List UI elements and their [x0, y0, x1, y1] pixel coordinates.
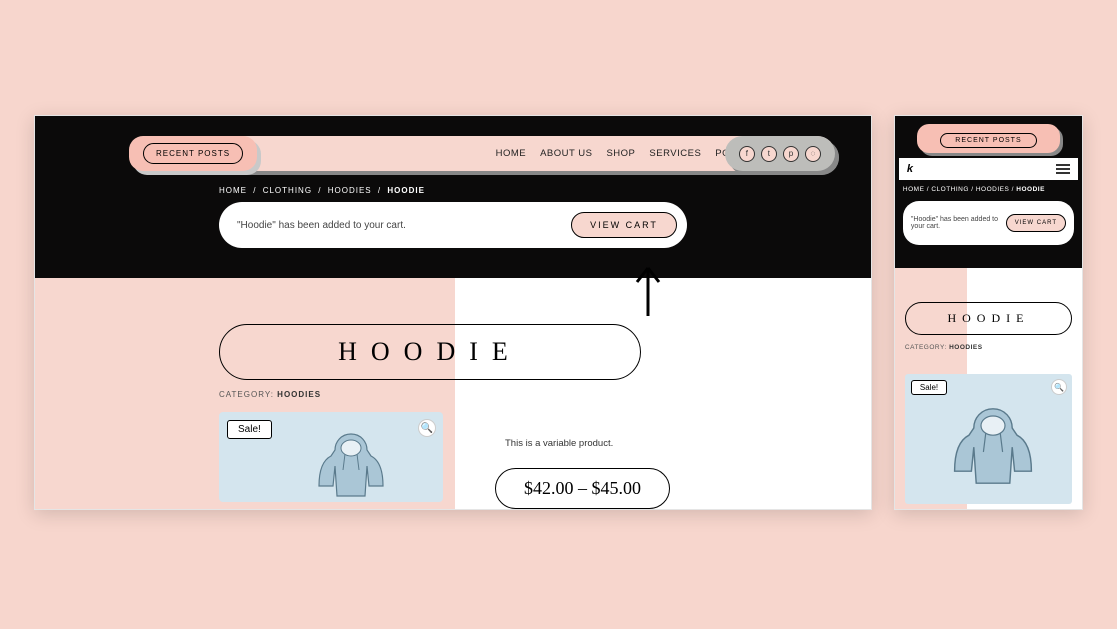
- crumb-hoodies[interactable]: HOODIES: [328, 186, 372, 195]
- category-link[interactable]: HOODIES: [277, 390, 321, 399]
- m-topbar: k: [899, 158, 1078, 180]
- mobile-preview: RECENT POSTS k HOME / CLOTHING / HOODIES…: [894, 115, 1083, 510]
- m-crumb-clothing[interactable]: CLOTHING: [931, 186, 969, 193]
- m-cart-message: "Hoodie" has been added to your cart.: [911, 216, 1000, 230]
- desktop-preview: RECENT POSTS k HOME ABOUT US SHOP SERVIC…: [34, 115, 872, 510]
- nav-item-about[interactable]: ABOUT US: [540, 148, 592, 159]
- m-site-logo[interactable]: k: [907, 163, 913, 175]
- m-hoodie-illustration-icon: [933, 396, 1053, 496]
- pinterest-icon[interactable]: p: [783, 146, 799, 162]
- instagram-icon[interactable]: ◌: [805, 146, 821, 162]
- m-breadcrumb: HOME / CLOTHING / HOODIES / HOODIE: [895, 180, 1082, 199]
- m-product-title: HOODIE: [905, 302, 1072, 335]
- facebook-icon[interactable]: f: [739, 146, 755, 162]
- crumb-clothing[interactable]: CLOTHING: [263, 186, 312, 195]
- m-crumb-hoodies[interactable]: HOODIES: [976, 186, 1009, 193]
- product-title: HOODIE: [219, 324, 641, 380]
- cart-message: "Hoodie" has been added to your cart.: [219, 220, 571, 231]
- m-header-band: RECENT POSTS k HOME / CLOTHING / HOODIES…: [895, 116, 1082, 268]
- social-icons: f t p ◌: [725, 136, 835, 171]
- product-price: $42.00 – $45.00: [495, 468, 670, 509]
- m-recent-posts-button[interactable]: RECENT POSTS: [940, 133, 1036, 148]
- m-zoom-icon[interactable]: 🔍: [1052, 380, 1066, 394]
- m-sale-badge: Sale!: [911, 380, 947, 395]
- zoom-icon[interactable]: 🔍: [419, 420, 435, 436]
- nav-item-services[interactable]: SERVICES: [649, 148, 701, 159]
- m-crumb-current: HOODIE: [1016, 186, 1045, 193]
- hamburger-icon[interactable]: [1056, 164, 1070, 174]
- crumb-current: HOODIE: [387, 186, 425, 195]
- m-product-category: CATEGORY: HOODIES: [905, 344, 983, 351]
- twitter-icon[interactable]: t: [761, 146, 777, 162]
- m-cart-notice: "Hoodie" has been added to your cart. VI…: [903, 201, 1074, 245]
- sale-badge: Sale!: [227, 420, 272, 439]
- hoodie-illustration-icon: [301, 426, 401, 504]
- header-band: RECENT POSTS k HOME ABOUT US SHOP SERVIC…: [35, 116, 871, 278]
- nav-item-shop[interactable]: SHOP: [606, 148, 635, 159]
- recent-posts-panel: RECENT POSTS: [129, 136, 257, 171]
- m-recent-posts-panel: RECENT POSTS: [917, 124, 1060, 153]
- annotation-arrow-icon: [631, 262, 665, 323]
- breadcrumb: HOME / CLOTHING / HOODIES / HOODIE: [219, 186, 425, 195]
- product-body: HOODIE CATEGORY: HOODIES Sale! 🔍 This is…: [35, 278, 871, 510]
- m-category-link[interactable]: HOODIES: [949, 344, 982, 351]
- view-cart-button[interactable]: VIEW CART: [571, 212, 677, 238]
- product-category: CATEGORY: HOODIES: [219, 390, 321, 399]
- m-view-cart-button[interactable]: VIEW CART: [1006, 214, 1066, 232]
- product-image-card: Sale! 🔍: [219, 412, 443, 502]
- crumb-home[interactable]: HOME: [219, 186, 247, 195]
- cart-added-notice: "Hoodie" has been added to your cart. VI…: [219, 202, 687, 248]
- recent-posts-button[interactable]: RECENT POSTS: [143, 143, 243, 164]
- m-crumb-home[interactable]: HOME: [903, 186, 925, 193]
- product-description: This is a variable product.: [505, 438, 613, 449]
- nav-item-home[interactable]: HOME: [496, 148, 527, 159]
- m-product-image-card: Sale! 🔍: [905, 374, 1072, 504]
